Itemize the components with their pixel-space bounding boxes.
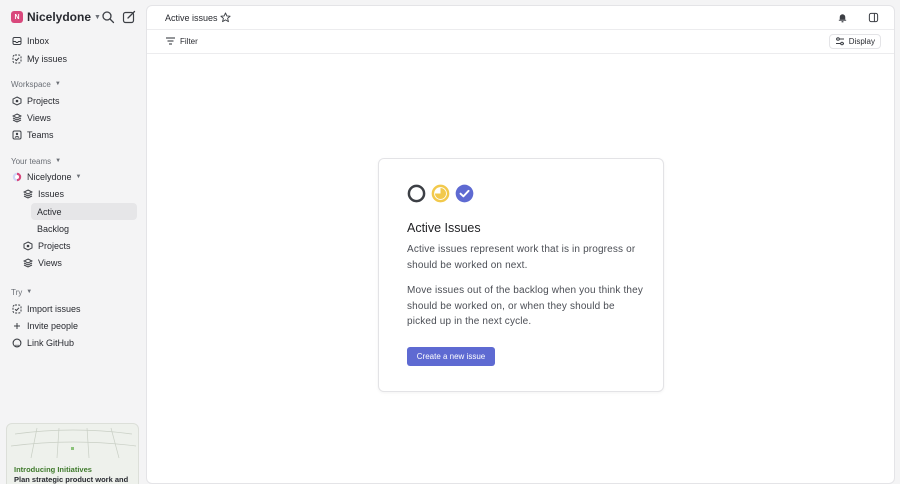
teams-icon — [12, 130, 22, 139]
section-heading: Try — [11, 287, 23, 297]
team-avatar-icon — [12, 172, 22, 181]
empty-state-card: Active Issues Active issues represent wo… — [378, 158, 664, 392]
display-button[interactable]: Display — [828, 34, 881, 49]
sidebar-item-projects[interactable]: Projects — [6, 92, 137, 109]
views-icon — [12, 112, 22, 123]
team-name: Nicelydone — [27, 171, 72, 182]
sidebar-item-team-projects[interactable]: Projects — [17, 237, 137, 254]
workspace-name: Nicelydone — [27, 10, 92, 24]
plus-icon — [14, 322, 20, 329]
projects-icon — [23, 240, 33, 251]
sidebar-item-label: Active — [37, 206, 62, 217]
sidebar-item-link-github[interactable]: Link GitHub — [6, 334, 137, 351]
workspace-avatar: N — [11, 11, 23, 23]
notifications-icon[interactable] — [837, 12, 848, 23]
main-panel: Active issues Filter Display Active Issu… — [146, 5, 895, 484]
section-heading: Workspace — [11, 79, 51, 89]
sidebar-item-label: Inbox — [27, 35, 50, 46]
sidebar-item-active[interactable]: Active — [31, 203, 137, 220]
github-icon — [12, 338, 22, 347]
sidebar-item-label: Invite people — [27, 320, 79, 331]
sidebar-item-label: Views — [38, 257, 62, 268]
caret-down-icon: ▼ — [54, 81, 61, 87]
sidebar-item-invite-people[interactable]: Invite people — [6, 317, 137, 334]
create-issue-button[interactable]: Create a new issue — [407, 347, 495, 366]
workspace-section-toggle[interactable]: Workspace ▼ — [11, 78, 61, 90]
workspace-switcher[interactable]: N Nicelydone ▼ — [11, 10, 101, 24]
caret-down-icon: ▼ — [75, 173, 82, 180]
sidebar-item-import-issues[interactable]: Import issues — [6, 300, 137, 317]
page-title: Active issues — [165, 13, 218, 23]
projects-icon — [12, 95, 22, 106]
promo-text: Plan strategic product work and — [14, 475, 129, 484]
filter-label: Filter — [180, 36, 198, 46]
promo-title: Introducing Initiatives — [14, 465, 92, 474]
search-icon[interactable] — [101, 10, 115, 24]
try-section-toggle[interactable]: Try ▼ — [11, 286, 32, 298]
sidebar-item-my-issues[interactable]: My issues — [6, 50, 137, 67]
caret-down-icon: ▼ — [26, 289, 33, 295]
views-icon — [23, 257, 33, 268]
sidebar-item-label: Backlog — [37, 223, 70, 234]
filter-button[interactable]: Filter — [165, 36, 198, 46]
view-toolbar: Filter Display — [147, 30, 894, 54]
sidebar-item-label: Teams — [27, 129, 54, 140]
sidebar-item-label: My issues — [27, 53, 68, 64]
sidebar: N Nicelydone ▼ Inbox My issues Workspace… — [0, 0, 146, 484]
empty-state-description: Active issues represent work that is in … — [407, 244, 636, 271]
sliders-icon — [835, 37, 844, 46]
promo-illustration — [10, 427, 137, 459]
sidebar-item-inbox[interactable]: Inbox — [6, 32, 137, 49]
caret-down-icon: ▼ — [55, 158, 62, 164]
import-icon — [12, 304, 22, 313]
todo-status-icon — [407, 184, 426, 203]
page-header: Active issues — [147, 6, 894, 30]
inbox-icon — [12, 36, 22, 45]
sidebar-item-label: Projects — [27, 95, 60, 106]
sidebar-item-views[interactable]: Views — [6, 109, 137, 126]
sidebar-item-teams[interactable]: Teams — [6, 126, 137, 143]
sidebar-item-issues[interactable]: Issues — [17, 185, 137, 202]
in-progress-status-icon — [431, 184, 450, 203]
sidebar-item-label: Projects — [38, 240, 71, 251]
star-icon[interactable] — [220, 12, 231, 23]
initiatives-promo-card[interactable]: Introducing Initiatives Plan strategic p… — [6, 423, 139, 484]
status-icons — [407, 184, 474, 203]
my-issues-icon — [12, 54, 22, 63]
sidebar-item-label: Views — [27, 112, 51, 123]
sidebar-item-label: Import issues — [27, 303, 81, 314]
sidebar-item-label: Link GitHub — [27, 337, 75, 348]
display-label: Display — [848, 37, 875, 46]
section-heading: Your teams — [11, 156, 52, 166]
issues-icon — [23, 188, 33, 199]
empty-state-hint: Move issues out of the backlog when you … — [407, 285, 643, 327]
sidebar-item-backlog[interactable]: Backlog — [31, 220, 137, 237]
team-nicelydone[interactable]: Nicelydone ▼ — [6, 168, 137, 185]
chevron-down-icon: ▼ — [94, 13, 101, 21]
empty-state-title: Active Issues — [407, 221, 481, 235]
toggle-panel-icon[interactable] — [868, 12, 879, 23]
filter-icon — [166, 37, 175, 45]
sidebar-item-team-views[interactable]: Views — [17, 254, 137, 271]
done-status-icon — [455, 184, 474, 203]
teams-section-toggle[interactable]: Your teams ▼ — [11, 155, 61, 167]
sidebar-item-label: Issues — [38, 188, 65, 199]
new-issue-icon[interactable] — [122, 10, 136, 24]
